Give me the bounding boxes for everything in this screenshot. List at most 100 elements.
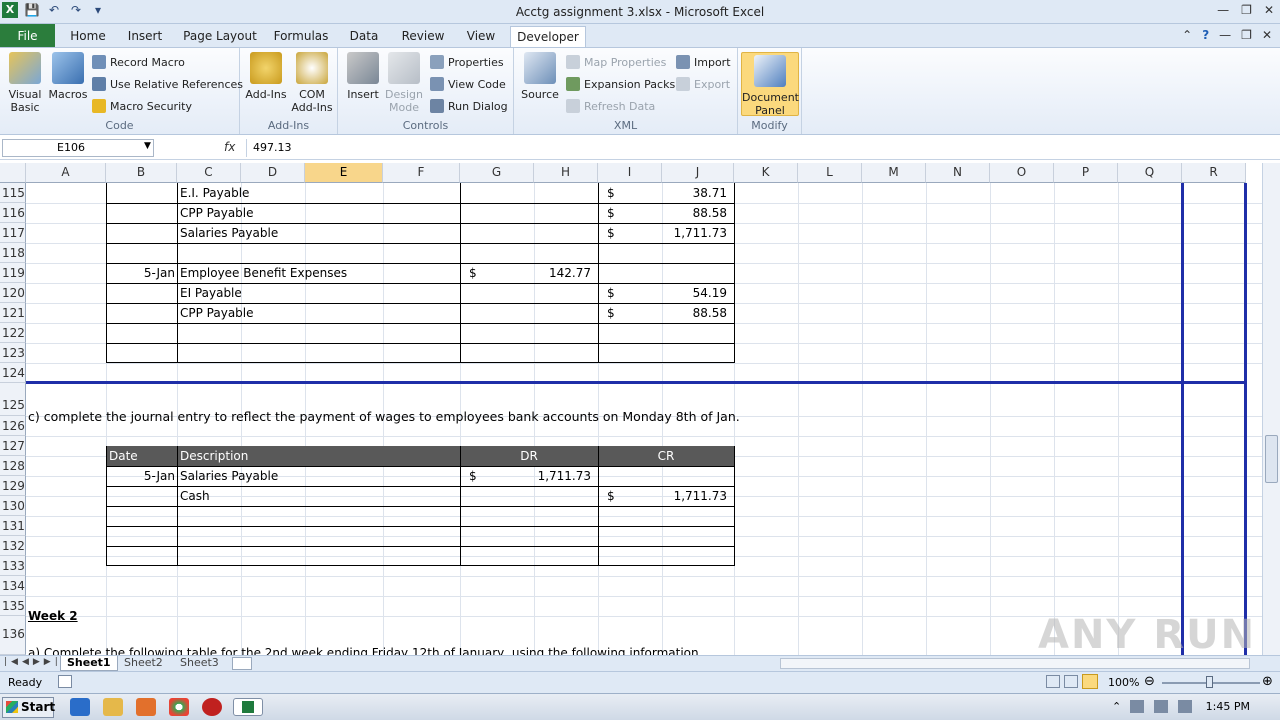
refresh-data-button[interactable]: Refresh Data <box>566 99 655 113</box>
row-header[interactable]: 123 <box>0 343 26 363</box>
cell-b119[interactable]: 5-Jan <box>106 266 175 280</box>
row-header[interactable]: 127 <box>0 436 26 456</box>
tab-developer[interactable]: Developer <box>510 26 586 49</box>
insert-control-button[interactable]: Insert <box>344 52 382 101</box>
map-properties-button[interactable]: Map Properties <box>566 55 666 69</box>
row-header[interactable]: 129 <box>0 476 26 496</box>
help-icon[interactable]: ? <box>1202 28 1209 42</box>
column-header[interactable]: K <box>734 163 798 183</box>
record-macro-button[interactable]: Record Macro <box>92 55 185 69</box>
vertical-scroll-thumb[interactable] <box>1265 435 1278 483</box>
doc-restore-icon[interactable]: ❐ <box>1241 28 1252 42</box>
zoom-level[interactable]: 100% <box>1108 676 1139 689</box>
cell-g119[interactable]: $ <box>469 266 477 280</box>
insert-function-icon[interactable]: fx <box>224 140 235 154</box>
cell-c116[interactable]: CPP Payable <box>180 206 254 220</box>
cell-i115[interactable]: $ <box>607 186 615 200</box>
row-header[interactable]: 115 <box>0 183 26 203</box>
tab-home[interactable]: Home <box>66 26 110 48</box>
tab-insert[interactable]: Insert <box>122 26 168 48</box>
tray-arrow-icon[interactable]: ⌃ <box>1112 700 1121 713</box>
chrome-icon[interactable] <box>169 698 189 716</box>
row-header[interactable]: 136 <box>0 616 26 655</box>
row-header[interactable]: 120 <box>0 283 26 303</box>
worksheet-grid[interactable]: A B C D E F G H I J K L M N O P Q R 115 … <box>0 163 1262 655</box>
expansion-packs-button[interactable]: Expansion Packs <box>566 77 675 91</box>
row-header[interactable]: 118 <box>0 243 26 263</box>
horizontal-scrollbar[interactable] <box>780 658 1250 669</box>
run-dialog-button[interactable]: Run Dialog <box>430 99 508 113</box>
minimize-icon[interactable]: — <box>1217 3 1229 17</box>
doc-minimize-icon[interactable]: — <box>1219 28 1231 42</box>
column-header[interactable]: G <box>460 163 534 183</box>
normal-view-icon[interactable] <box>1046 675 1060 688</box>
row-header[interactable]: 134 <box>0 576 26 596</box>
column-header[interactable]: Q <box>1118 163 1182 183</box>
row-header[interactable]: 130 <box>0 496 26 516</box>
zoom-slider-thumb[interactable] <box>1206 676 1213 688</box>
collapse-ribbon-icon[interactable]: ⌃ <box>1182 28 1192 42</box>
column-header[interactable]: J <box>662 163 734 183</box>
macro-record-status-icon[interactable] <box>58 675 72 688</box>
cell-h119[interactable]: 142.77 <box>524 266 591 280</box>
column-header[interactable]: B <box>106 163 177 183</box>
cell-c129[interactable]: Cash <box>180 489 210 503</box>
macros-button[interactable]: Macros <box>48 52 88 101</box>
com-add-ins-button[interactable]: COM Add-Ins <box>290 52 334 114</box>
row-header[interactable]: 117 <box>0 223 26 243</box>
row-header[interactable]: 122 <box>0 323 26 343</box>
row-header[interactable]: 125 <box>0 383 26 416</box>
restore-icon[interactable]: ❐ <box>1241 3 1252 17</box>
properties-button[interactable]: Properties <box>430 55 504 69</box>
column-header[interactable]: P <box>1054 163 1118 183</box>
media-player-icon[interactable] <box>136 698 156 716</box>
column-header[interactable]: O <box>990 163 1054 183</box>
cell-b128[interactable]: 5-Jan <box>106 469 175 483</box>
cell-a136[interactable]: a) Complete the following table for the … <box>28 646 699 655</box>
close-icon[interactable]: ✕ <box>1264 3 1274 17</box>
column-header[interactable]: R <box>1182 163 1246 183</box>
column-header[interactable]: C <box>177 163 241 183</box>
cell-i117[interactable]: $ <box>607 226 615 240</box>
explorer-icon[interactable] <box>103 698 123 716</box>
page-break-preview-icon[interactable] <box>1082 674 1098 689</box>
add-ins-button[interactable]: Add-Ins <box>244 52 288 101</box>
name-box-dropdown-icon[interactable]: ▼ <box>144 141 151 151</box>
cell-i120[interactable]: $ <box>607 286 615 300</box>
cell-c120[interactable]: EI Payable <box>180 286 242 300</box>
formula-input[interactable]: 497.13 <box>246 139 1266 157</box>
cell-a125[interactable]: c) complete the journal entry to reflect… <box>28 409 740 424</box>
cell-j129[interactable]: 1,711.73 <box>662 489 727 503</box>
row-header[interactable]: 126 <box>0 416 26 436</box>
row-header[interactable]: 133 <box>0 556 26 576</box>
cell-i116[interactable]: $ <box>607 206 615 220</box>
zoom-out-icon[interactable]: ⊖ <box>1144 674 1155 689</box>
column-header[interactable]: F <box>383 163 460 183</box>
tab-view[interactable]: View <box>460 26 502 48</box>
row-header[interactable]: 128 <box>0 456 26 476</box>
cell-c121[interactable]: CPP Payable <box>180 306 254 320</box>
row-header[interactable]: 124 <box>0 363 26 383</box>
tab-formulas[interactable]: Formulas <box>270 26 332 48</box>
insert-sheet-icon[interactable] <box>232 657 252 670</box>
column-header[interactable]: D <box>241 163 305 183</box>
document-panel-button[interactable]: Document Panel <box>741 52 799 117</box>
tab-data[interactable]: Data <box>344 26 384 48</box>
row-header[interactable]: 131 <box>0 516 26 536</box>
zoom-in-icon[interactable]: ⊕ <box>1262 674 1273 689</box>
column-header[interactable]: I <box>598 163 662 183</box>
column-header-selected[interactable]: E <box>305 163 383 183</box>
row-header[interactable]: 119 <box>0 263 26 283</box>
name-box[interactable]: E106 <box>2 139 154 157</box>
column-header[interactable]: H <box>534 163 598 183</box>
select-all-corner[interactable] <box>0 163 26 183</box>
cell-j121[interactable]: 88.58 <box>662 306 727 320</box>
column-header[interactable]: N <box>926 163 990 183</box>
page-layout-view-icon[interactable] <box>1064 675 1078 688</box>
column-header[interactable]: L <box>798 163 862 183</box>
sheet-tab-2[interactable]: Sheet2 <box>118 656 169 671</box>
cell-i121[interactable]: $ <box>607 306 615 320</box>
doc-close-icon[interactable]: ✕ <box>1262 28 1272 42</box>
ie-icon[interactable] <box>70 698 90 716</box>
sheet-nav-arrows-icon[interactable]: |◀◀▶▶| <box>4 657 62 667</box>
